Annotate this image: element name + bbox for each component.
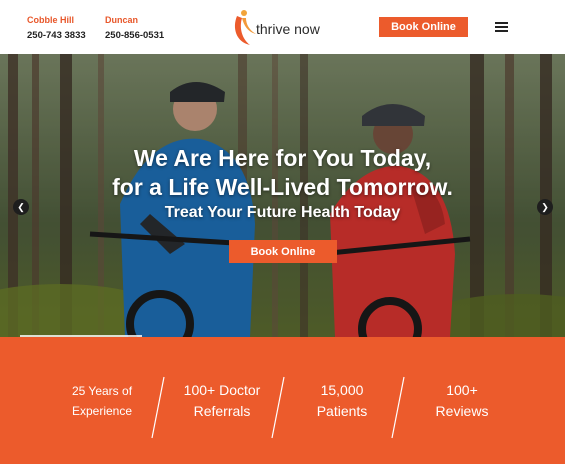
stat-reviews: 100+ Reviews <box>412 337 512 464</box>
stat-divider <box>391 376 405 439</box>
chevron-left-icon[interactable]: ❮ <box>13 199 29 215</box>
stat-line2: Referrals <box>193 402 251 419</box>
hero-subtitle: Treat Your Future Health Today <box>164 204 401 221</box>
logo-text: thrive now <box>256 21 320 37</box>
stat-line2: Patients <box>316 402 368 419</box>
location-duncan: Duncan 250-856-0531 <box>105 15 164 42</box>
stat-line1: 100+ <box>446 381 478 398</box>
stat-line1: 100+ Doctor <box>183 381 261 398</box>
hamburger-menu-icon[interactable] <box>495 22 508 32</box>
hero-title-line1: We Are Here for You Today, <box>133 145 432 171</box>
stat-patients: 15,000 Patients <box>292 337 392 464</box>
hero-book-online-button[interactable]: Book Online <box>229 240 337 263</box>
stat-divider <box>271 376 285 439</box>
stat-divider <box>151 376 165 439</box>
hero-slider: We Are Here for You Today, for a Life We… <box>0 54 565 337</box>
hero-title-line2: for a Life Well-Lived Tomorrow. <box>112 174 453 200</box>
location-phone[interactable]: 250-856-0531 <box>105 30 164 42</box>
location-name: Duncan <box>105 15 139 25</box>
stat-experience: 25 Years of Experience <box>52 337 152 464</box>
location-cobble-hill: Cobble Hill 250-743 3833 <box>27 15 86 42</box>
location-name: Cobble Hill <box>27 15 74 25</box>
stat-line2: Reviews <box>435 402 489 419</box>
chevron-right-icon[interactable]: ❯ <box>537 199 553 215</box>
stat-referrals: 100+ Doctor Referrals <box>172 337 272 464</box>
stats-band: 25 Years of Experience 100+ Doctor Refer… <box>0 337 565 464</box>
site-header: Cobble Hill 250-743 3833 Duncan 250-856-… <box>0 0 565 54</box>
stat-line1: 15,000 <box>320 381 364 398</box>
stat-line2: Experience <box>71 403 133 418</box>
book-online-button[interactable]: Book Online <box>379 17 468 37</box>
thrive-now-logo[interactable]: thrive now <box>230 6 330 48</box>
location-phone[interactable]: 250-743 3833 <box>27 30 86 42</box>
stat-line1: 25 Years of <box>71 383 133 398</box>
